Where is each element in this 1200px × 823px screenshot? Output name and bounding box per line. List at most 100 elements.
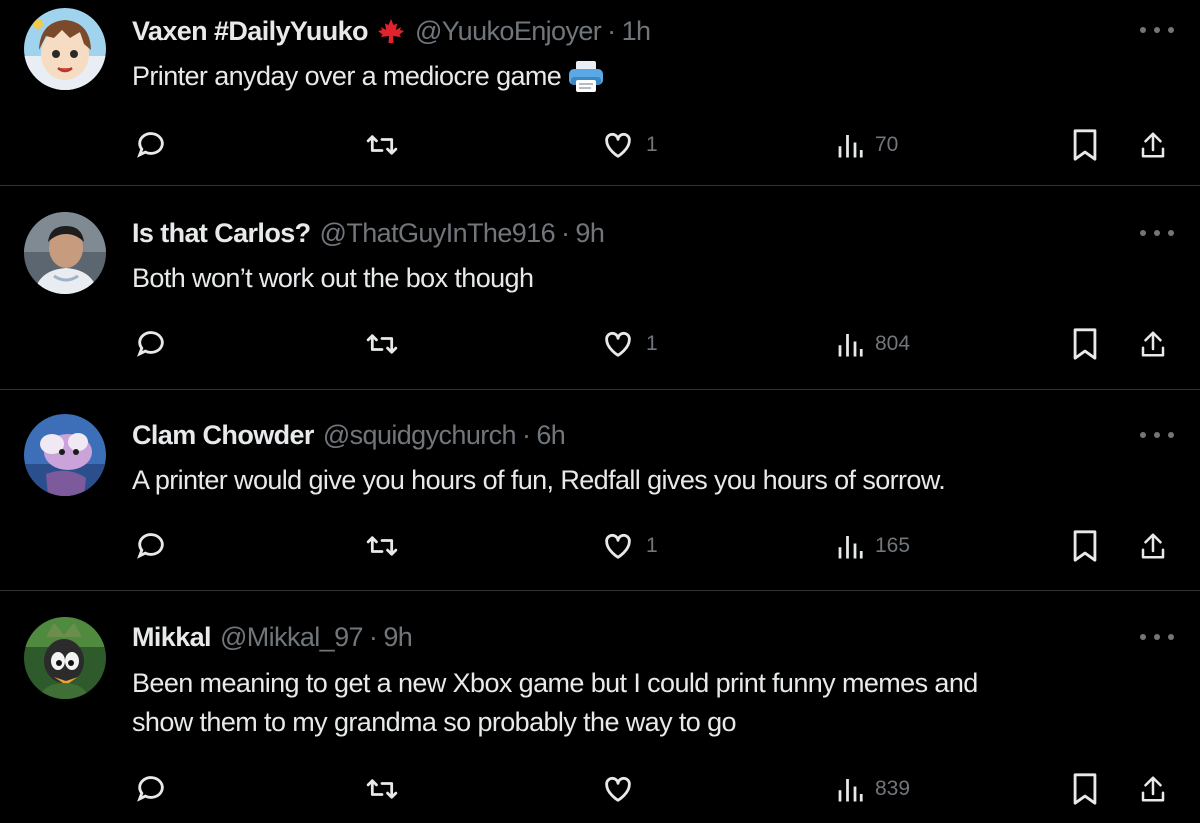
user-handle[interactable]: @ThatGuyInThe916 [320, 218, 556, 249]
tweet-text-content: A printer would give you hours of fun, R… [132, 465, 946, 495]
user-handle[interactable]: @squidgychurch [323, 420, 517, 451]
views-button[interactable]: 165 [835, 526, 910, 566]
printer-emoji-icon [567, 60, 605, 94]
views-button[interactable]: 839 [835, 769, 910, 809]
repost-button[interactable] [364, 526, 400, 566]
tweet-header: Vaxen #DailyYuuko @YuukoEnjoyer · 1h [132, 14, 651, 48]
reply-button[interactable] [134, 125, 168, 165]
tweet[interactable]: Clam Chowder @squidgychurch · 6h A print… [0, 390, 1200, 590]
more-options-icon[interactable] [1140, 223, 1174, 243]
repost-button[interactable] [364, 125, 400, 165]
bookmark-icon [1073, 328, 1097, 360]
tweet[interactable]: Mikkal @Mikkal_97 · 9h Been meaning to g… [0, 591, 1200, 823]
display-name[interactable]: Is that Carlos? [132, 218, 311, 249]
separator-dot: · [561, 217, 570, 248]
tweet-text: A printer would give you hours of fun, R… [132, 461, 1172, 500]
avatar[interactable] [24, 414, 106, 496]
share-icon [1141, 331, 1165, 357]
display-name[interactable]: Vaxen #DailyYuuko [132, 16, 369, 47]
timestamp[interactable]: 9h [575, 218, 604, 249]
reply-button[interactable] [134, 769, 168, 809]
display-name[interactable]: Mikkal [132, 622, 212, 653]
separator-dot: · [521, 419, 531, 450]
tweet-text-content: Both won’t work out the box though [132, 263, 534, 293]
reply-feed: Vaxen #DailyYuuko @YuukoEnjoyer · 1h Pri… [0, 0, 1200, 823]
bookmark-button[interactable] [1070, 526, 1100, 566]
tweet-text-line: Been meaning to get a new Xbox game but … [132, 668, 978, 698]
views-bar-chart-icon [838, 334, 863, 357]
more-options-icon[interactable] [1140, 627, 1174, 647]
reply-icon [137, 331, 164, 357]
like-button[interactable]: 1 [600, 526, 658, 566]
views-bar-chart-icon [838, 135, 863, 158]
views-button[interactable]: 804 [835, 324, 910, 364]
repost-icon [366, 536, 398, 556]
bookmark-button[interactable] [1070, 769, 1100, 809]
avatar[interactable] [24, 212, 106, 294]
tweet-header: Mikkal @Mikkal_97 · 9h [132, 620, 413, 654]
bookmark-button[interactable] [1070, 324, 1100, 364]
tweet-text-content: Printer anyday over a mediocre game [132, 61, 562, 91]
separator-dot: · [368, 621, 378, 652]
like-button[interactable]: 1 [600, 125, 658, 165]
reply-button[interactable] [134, 526, 168, 566]
like-count: 1 [646, 534, 658, 557]
repost-icon [366, 135, 398, 155]
view-count: 165 [875, 534, 911, 557]
tweet-header: Is that Carlos? @ThatGuyInThe916 · 9h [132, 216, 605, 250]
separator-dot: · [607, 15, 616, 46]
heart-icon [605, 132, 631, 158]
like-button[interactable] [600, 769, 646, 809]
bookmark-icon [1073, 773, 1097, 805]
views-button[interactable]: 70 [835, 125, 898, 165]
share-button[interactable] [1138, 769, 1168, 809]
share-button[interactable] [1138, 526, 1168, 566]
reply-icon [137, 533, 164, 559]
display-name[interactable]: Clam Chowder [132, 420, 314, 451]
more-options-icon[interactable] [1140, 20, 1174, 40]
tweet-text: Both won’t work out the box though [132, 259, 1172, 298]
tweet-actions: 1 165 [0, 526, 1200, 566]
repost-icon [366, 779, 398, 799]
heart-icon [605, 331, 631, 357]
tweet-text: Been meaning to get a new Xbox game but … [132, 664, 1172, 742]
share-button[interactable] [1138, 324, 1168, 364]
share-icon [1141, 533, 1165, 559]
tweet[interactable]: Is that Carlos? @ThatGuyInThe916 · 9h Bo… [0, 186, 1200, 389]
tweet[interactable]: Vaxen #DailyYuuko @YuukoEnjoyer · 1h Pri… [0, 0, 1200, 185]
like-count: 1 [646, 133, 658, 156]
reply-button[interactable] [134, 324, 168, 364]
tweet-header: Clam Chowder @squidgychurch · 6h [132, 418, 566, 452]
timestamp[interactable]: 9h [383, 622, 412, 653]
share-button[interactable] [1138, 125, 1168, 165]
user-handle[interactable]: @Mikkal_97 [220, 622, 364, 653]
reply-icon [137, 776, 164, 802]
view-count: 804 [875, 332, 911, 355]
tweet-actions: 1 804 [0, 324, 1200, 364]
heart-icon [605, 776, 631, 802]
timestamp[interactable]: 6h [536, 420, 565, 451]
bookmark-button[interactable] [1070, 125, 1100, 165]
timestamp[interactable]: 1h [622, 16, 651, 47]
share-icon [1141, 776, 1165, 802]
repost-button[interactable] [364, 769, 400, 809]
heart-icon [605, 533, 631, 559]
view-count: 839 [875, 777, 911, 800]
like-button[interactable]: 1 [600, 324, 658, 364]
bookmark-icon [1073, 530, 1097, 562]
tweet-actions: 1 70 [0, 125, 1200, 165]
tweet-actions: 839 [0, 769, 1200, 809]
tweet-text-line: show them to my grandma so probably the … [132, 707, 737, 737]
view-count: 70 [875, 133, 899, 156]
views-bar-chart-icon [838, 536, 863, 559]
like-count: 1 [646, 332, 658, 355]
repost-button[interactable] [364, 324, 400, 364]
bookmark-icon [1073, 129, 1097, 161]
share-icon [1141, 132, 1165, 158]
repost-icon [366, 334, 398, 354]
user-handle[interactable]: @YuukoEnjoyer [415, 16, 602, 47]
more-options-icon[interactable] [1140, 425, 1174, 445]
avatar[interactable] [24, 617, 106, 699]
avatar[interactable] [24, 8, 106, 90]
views-bar-chart-icon [838, 779, 863, 802]
